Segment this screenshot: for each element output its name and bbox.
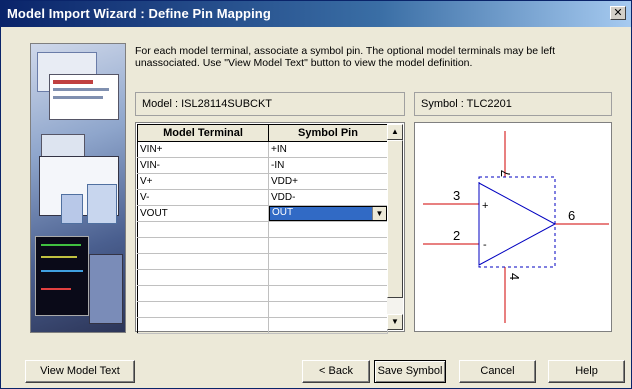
pin-number-6: 6	[568, 208, 575, 223]
window-title: Model Import Wizard : Define Pin Mapping	[7, 6, 271, 21]
symbol-pin-dropdown[interactable]: OUT ▼	[269, 206, 387, 221]
empty-cell	[137, 269, 269, 286]
table-row-empty[interactable]	[137, 317, 388, 334]
pin-mapping-grid: Model Terminal Symbol Pin VIN+ +IN VIN- …	[135, 122, 405, 334]
empty-cell[interactable]	[268, 237, 388, 254]
model-terminal-cell: VIN+	[137, 141, 269, 158]
close-button[interactable]: ✕	[610, 6, 626, 20]
arrow-down-icon: ▼	[391, 317, 399, 326]
empty-cell[interactable]	[268, 253, 388, 270]
model-terminal-cell: VIN-	[137, 157, 269, 174]
table-row-empty[interactable]	[137, 269, 388, 286]
symbol-pin-cell[interactable]: -IN	[268, 157, 388, 174]
scrollbar-thumb[interactable]	[387, 140, 403, 298]
chevron-down-icon[interactable]: ▼	[372, 207, 386, 220]
symbol-pin-selected-value: OUT	[272, 207, 294, 218]
table-row-empty[interactable]	[137, 237, 388, 254]
table-header-row: Model Terminal Symbol Pin	[137, 124, 388, 142]
empty-cell[interactable]	[268, 301, 388, 318]
model-header: Model : ISL28114SUBCKT	[135, 92, 405, 116]
table-row[interactable]: VIN+ +IN	[137, 141, 388, 158]
empty-cell	[137, 237, 269, 254]
scroll-down-button[interactable]: ▼	[387, 314, 403, 330]
empty-cell	[137, 253, 269, 270]
table-row[interactable]: V+ VDD+	[137, 173, 388, 190]
pin-mapping-table: Model Terminal Symbol Pin VIN+ +IN VIN- …	[137, 124, 388, 334]
symbol-pin-cell[interactable]: VDD-	[268, 189, 388, 206]
help-button[interactable]: Help	[548, 360, 625, 383]
symbol-bounding-box	[478, 176, 556, 268]
cancel-button[interactable]: Cancel	[459, 360, 536, 383]
empty-cell	[137, 301, 269, 318]
table-row[interactable]: VIN- -IN	[137, 157, 388, 174]
opamp-symbol-drawing: 3 2 6 7 4 + -	[423, 131, 609, 323]
symbol-pin-cell[interactable]: +IN	[268, 141, 388, 158]
empty-cell	[137, 285, 269, 302]
pin-number-7: 7	[498, 170, 513, 177]
opamp-triangle	[478, 182, 557, 266]
table-row-empty[interactable]	[137, 301, 388, 318]
pin-number-3: 3	[453, 188, 460, 203]
model-import-wizard-window: Model Import Wizard : Define Pin Mapping…	[0, 0, 632, 389]
pin-number-4: 4	[507, 273, 522, 280]
symbol-preview: 3 2 6 7 4 + -	[414, 122, 612, 332]
close-icon: ✕	[613, 7, 623, 19]
scroll-up-button[interactable]: ▲	[387, 124, 403, 140]
model-header-label: Model : ISL28114SUBCKT	[142, 98, 273, 110]
table-row[interactable]: V- VDD-	[137, 189, 388, 206]
pin-number-2: 2	[453, 228, 460, 243]
wizard-side-image	[30, 43, 126, 333]
symbol-pin-select[interactable]: OUT ▼	[268, 205, 388, 222]
symbol-header: Symbol : TLC2201	[414, 92, 612, 116]
title-bar: Model Import Wizard : Define Pin Mapping…	[1, 1, 631, 27]
table-row-empty[interactable]	[137, 221, 388, 238]
empty-cell[interactable]	[268, 221, 388, 238]
table-row-empty[interactable]	[137, 285, 388, 302]
back-button[interactable]: < Back	[302, 360, 370, 383]
empty-cell[interactable]	[268, 269, 388, 286]
minus-sign: -	[483, 239, 487, 251]
table-row-selected[interactable]: VOUT OUT ▼	[137, 205, 388, 222]
table-row-empty[interactable]	[137, 253, 388, 270]
model-terminal-cell: V-	[137, 189, 269, 206]
save-symbol-button[interactable]: Save Symbol	[374, 360, 446, 383]
symbol-header-label: Symbol : TLC2201	[421, 98, 512, 110]
model-terminal-cell: VOUT	[137, 205, 269, 222]
empty-cell	[137, 221, 269, 238]
empty-cell[interactable]	[268, 285, 388, 302]
column-header-model-terminal[interactable]: Model Terminal	[137, 124, 269, 142]
column-header-symbol-pin[interactable]: Symbol Pin	[268, 124, 388, 142]
model-terminal-cell: V+	[137, 173, 269, 190]
plus-sign: +	[482, 200, 488, 212]
vertical-scrollbar[interactable]: ▲ ▼	[387, 124, 403, 330]
instructions-text: For each model terminal, associate a sym…	[135, 45, 556, 69]
arrow-up-icon: ▲	[391, 127, 399, 136]
empty-cell[interactable]	[268, 317, 388, 334]
empty-cell	[137, 317, 269, 334]
symbol-pin-cell[interactable]: VDD+	[268, 173, 388, 190]
view-model-text-button[interactable]: View Model Text	[25, 360, 135, 383]
